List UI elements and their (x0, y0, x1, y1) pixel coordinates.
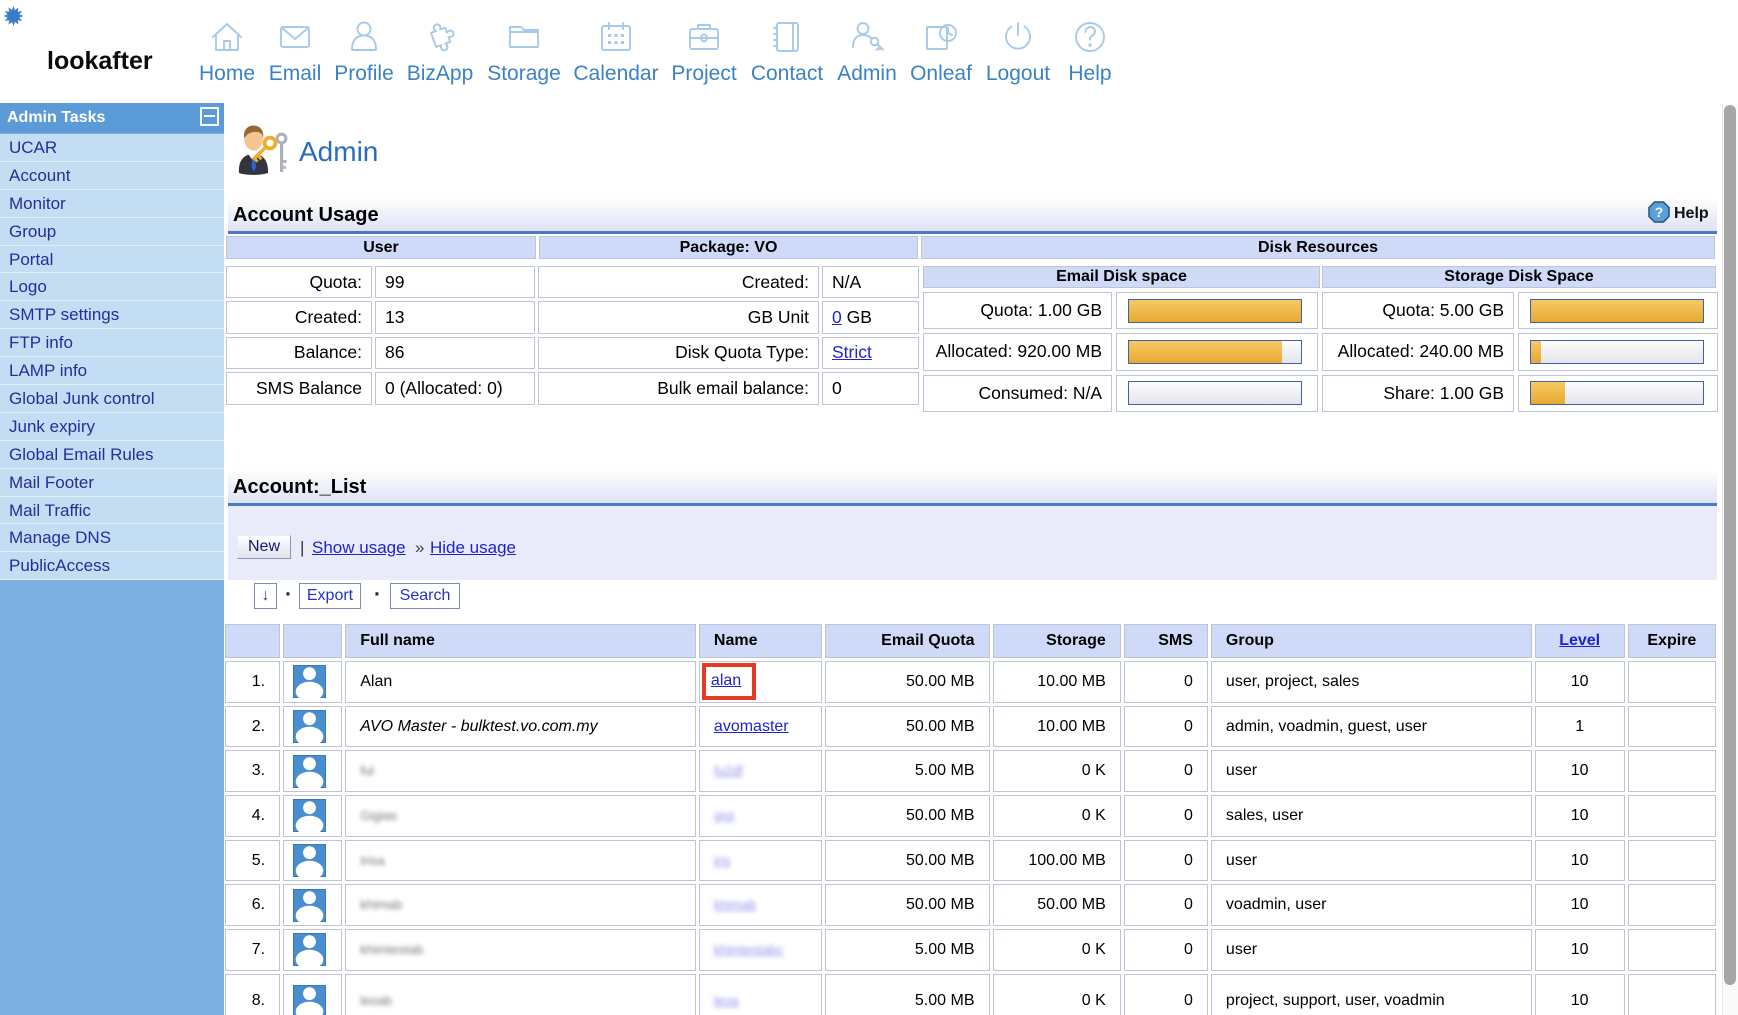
svg-text:?: ? (1655, 204, 1664, 220)
